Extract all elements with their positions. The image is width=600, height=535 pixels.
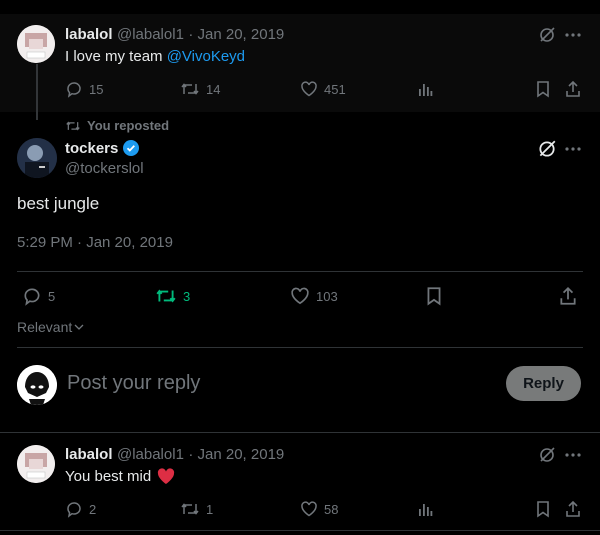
- retweet-icon: [181, 503, 199, 515]
- avatar[interactable]: [17, 138, 57, 178]
- reply-button[interactable]: Reply: [506, 366, 581, 401]
- views-icon[interactable]: [417, 501, 433, 517]
- bookmark-icon[interactable]: [535, 80, 551, 98]
- grok-icon[interactable]: [538, 446, 556, 464]
- retweet-button[interactable]: 3: [155, 286, 190, 306]
- reply-button-label: Reply: [523, 375, 564, 392]
- avatar[interactable]: [17, 445, 55, 483]
- tweet-date[interactable]: · Jan 20, 2019: [188, 446, 284, 463]
- author-handle[interactable]: @labalol1: [117, 26, 184, 43]
- avatar[interactable]: [17, 25, 55, 63]
- tweet-date[interactable]: · Jan 20, 2019: [188, 26, 284, 43]
- tweet-timestamp[interactable]: 5:29 PM · Jan 20, 2019: [17, 234, 173, 251]
- tweet-text: I love my team @VivoKeyd: [65, 48, 245, 65]
- more-icon[interactable]: [565, 453, 581, 457]
- grok-icon[interactable]: [538, 26, 556, 44]
- reply-button[interactable]: 15: [65, 80, 103, 98]
- like-button[interactable]: 451: [300, 80, 346, 98]
- author-name[interactable]: tockers: [65, 140, 118, 157]
- author-name[interactable]: labalol: [65, 446, 113, 463]
- grok-icon[interactable]: [537, 139, 557, 159]
- parent-action-bar: 15 14 451: [65, 80, 585, 100]
- retweet-count: 1: [206, 501, 214, 517]
- share-icon[interactable]: [564, 500, 582, 518]
- reply-button[interactable]: 2: [65, 500, 96, 518]
- author-handle[interactable]: @labalol1: [117, 446, 184, 463]
- bookmark-icon[interactable]: [425, 286, 443, 306]
- verified-badge-icon: [123, 140, 140, 156]
- retweet-count: 14: [206, 81, 221, 97]
- divider: [0, 530, 600, 531]
- heart-icon: [291, 287, 309, 305]
- reply-count: 5: [48, 288, 56, 304]
- chevron-down-icon: [74, 324, 84, 330]
- bookmark-icon[interactable]: [535, 500, 551, 518]
- reply-icon: [67, 502, 81, 518]
- repost-indicator: You reposted: [65, 118, 169, 133]
- reply-tweet-header: labalol @labalol1 · Jan 20, 2019: [65, 446, 284, 464]
- reply-icon: [24, 288, 40, 306]
- reply-count: 2: [89, 501, 97, 517]
- share-icon[interactable]: [564, 80, 582, 98]
- tweet-text: You best mid: [65, 468, 175, 485]
- retweet-icon: [66, 121, 80, 130]
- retweet-button[interactable]: 1: [180, 500, 213, 518]
- sort-label: Relevant: [17, 319, 73, 335]
- reply-action-bar: 2 1 58: [65, 500, 585, 520]
- heart-emoji-icon: [158, 468, 175, 484]
- sort-dropdown[interactable]: Relevant: [17, 319, 84, 335]
- like-button[interactable]: 103: [290, 286, 338, 306]
- author-name[interactable]: labalol: [65, 26, 113, 43]
- like-button[interactable]: 58: [300, 500, 338, 518]
- reply-icon: [67, 82, 81, 98]
- parent-tweet-header: labalol @labalol1 · Jan 20, 2019: [65, 26, 284, 44]
- share-icon[interactable]: [558, 286, 578, 306]
- heart-icon: [301, 81, 317, 97]
- divider: [17, 347, 583, 348]
- retweet-count: 3: [183, 288, 191, 304]
- thread-line: [36, 64, 38, 120]
- reply-input[interactable]: Post your reply: [67, 372, 200, 395]
- mention-link[interactable]: @VivoKeyd: [167, 48, 245, 65]
- retweet-icon: [181, 83, 199, 95]
- reply-count: 15: [89, 81, 104, 97]
- like-count: 451: [324, 81, 346, 97]
- heart-icon: [301, 501, 317, 517]
- like-count: 58: [324, 501, 339, 517]
- tweet-text: best jungle: [17, 194, 100, 213]
- more-icon[interactable]: [565, 33, 581, 37]
- reply-button[interactable]: 5: [22, 286, 55, 306]
- retweet-icon: [156, 289, 176, 303]
- author-handle[interactable]: @tockerslol: [65, 160, 144, 177]
- tweet-text-prefix: I love my team: [65, 48, 167, 65]
- more-icon[interactable]: [565, 147, 581, 151]
- avatar[interactable]: [17, 365, 57, 405]
- divider: [17, 271, 583, 272]
- main-author[interactable]: tockers: [65, 139, 140, 157]
- like-count: 103: [316, 288, 338, 304]
- repost-label: You reposted: [87, 118, 170, 133]
- retweet-button[interactable]: 14: [180, 80, 220, 98]
- views-icon[interactable]: [417, 81, 433, 97]
- divider: [0, 432, 600, 433]
- tweet-text-body: You best mid: [65, 468, 152, 485]
